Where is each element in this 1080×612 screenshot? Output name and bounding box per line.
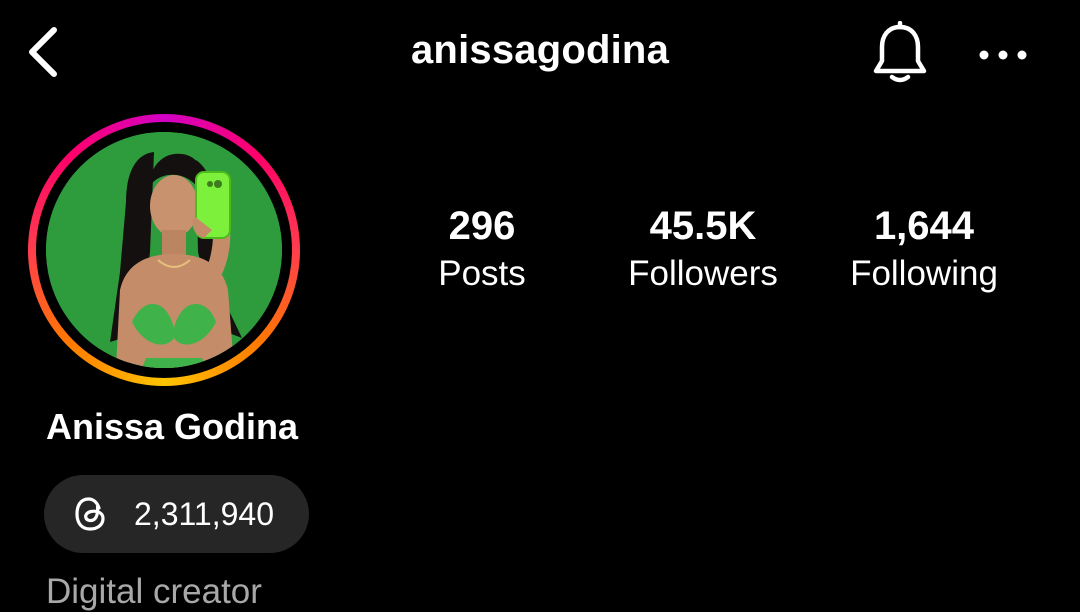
- following-count: 1,644: [873, 204, 975, 248]
- profile-full-name: Anissa Godina: [46, 406, 299, 447]
- notifications-button[interactable]: [866, 18, 934, 88]
- posts-label: Posts: [438, 254, 526, 293]
- posts-stat[interactable]: 296 Posts: [372, 198, 592, 294]
- threads-count: 2,311,940: [134, 496, 274, 532]
- posts-count: 296: [448, 204, 516, 248]
- following-stat[interactable]: 1,644 Following: [814, 198, 1034, 294]
- more-options-button[interactable]: [970, 30, 1036, 80]
- profile-stats: 296 Posts 45.5K Followers 1,644 Followin…: [0, 198, 1080, 308]
- followers-count: 45.5K: [649, 204, 757, 248]
- bell-icon: [873, 21, 927, 83]
- threads-badge-button[interactable]: 2,311,940: [44, 475, 309, 553]
- threads-icon: [75, 497, 105, 531]
- profile-category: Digital creator: [46, 572, 262, 611]
- top-navigation-bar: anissagodina: [0, 0, 1080, 110]
- more-horizontal-icon: [979, 50, 1027, 60]
- followers-label: Followers: [628, 254, 778, 293]
- followers-stat[interactable]: 45.5K Followers: [593, 198, 813, 294]
- following-label: Following: [850, 254, 998, 293]
